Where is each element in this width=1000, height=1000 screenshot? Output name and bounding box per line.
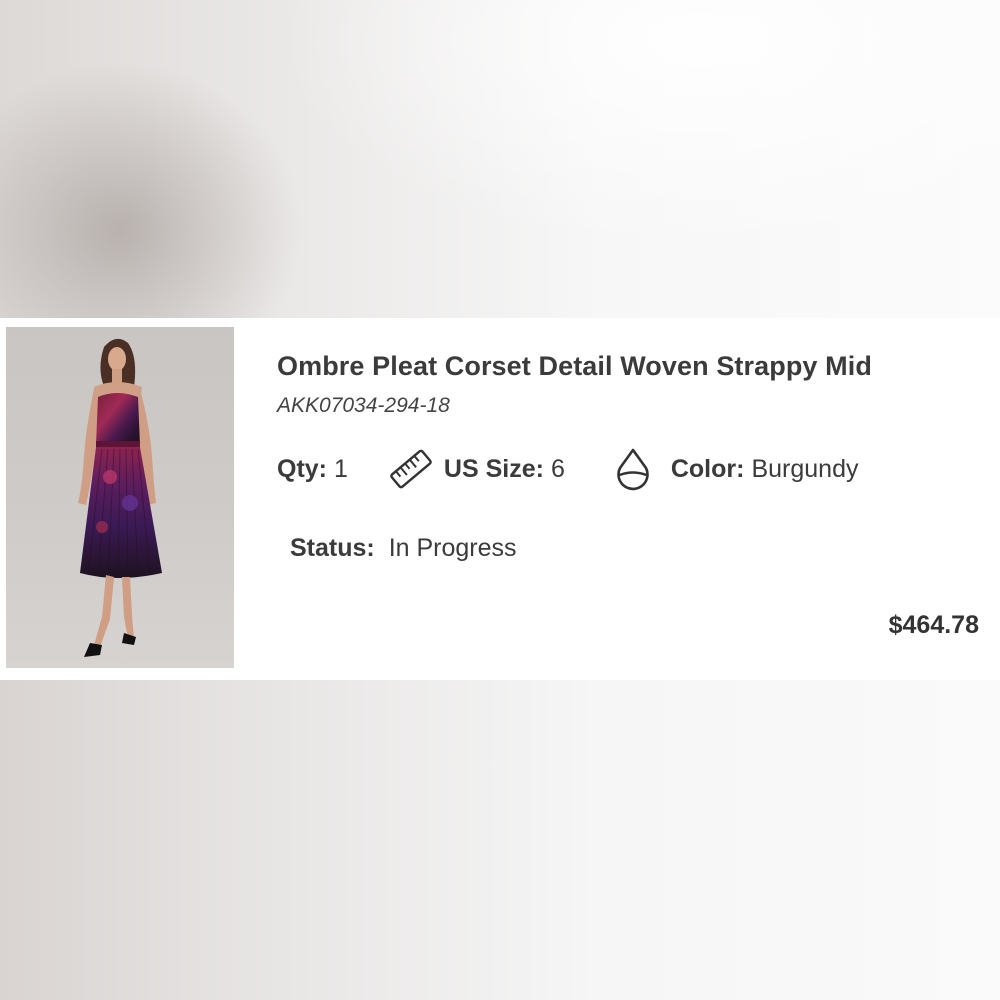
size-label: US Size:	[443, 454, 544, 483]
size-value: 6	[550, 454, 565, 483]
color: Color: Burgundy	[671, 455, 859, 484]
droplet-icon	[613, 447, 653, 491]
order-status: Status: In Progress	[290, 534, 517, 563]
size: US Size: 6	[444, 455, 565, 484]
status-label: Status:	[290, 534, 375, 562]
product-sku: AKK07034-294-18	[277, 394, 450, 417]
quantity-value: 1	[334, 454, 348, 483]
order-item-card: Ombre Pleat Corset Detail Woven Strappy …	[0, 318, 1000, 680]
product-title[interactable]: Ombre Pleat Corset Detail Woven Strappy …	[277, 351, 872, 382]
product-attributes: Qty: 1 US Size: 6 Color: Burgundy	[277, 446, 858, 492]
color-label: Color:	[670, 454, 745, 483]
background-bottom	[0, 680, 1000, 1000]
ruler-icon	[388, 446, 434, 492]
quantity-label: Qty:	[277, 454, 327, 483]
background-top	[0, 0, 1000, 318]
status-value: In Progress	[388, 534, 517, 562]
product-price: $464.78	[888, 611, 979, 639]
color-value: Burgundy	[751, 454, 859, 483]
quantity: Qty: 1	[277, 455, 348, 484]
product-image[interactable]	[6, 327, 234, 668]
